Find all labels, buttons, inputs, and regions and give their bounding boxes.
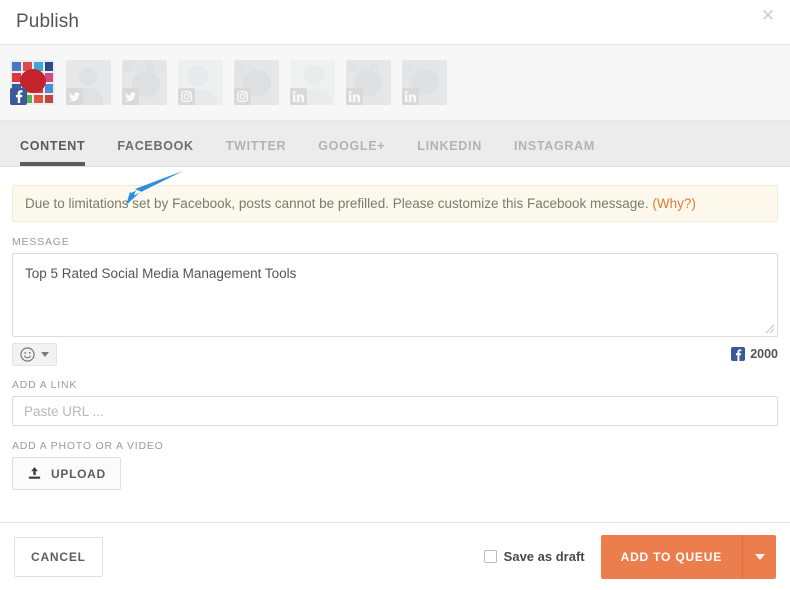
tab-content[interactable]: CONTENT — [16, 139, 101, 166]
account-avatar-instagram-2[interactable] — [234, 60, 279, 105]
badge-instagram — [234, 88, 251, 105]
account-selector — [0, 45, 790, 121]
tab-bar: CONTENT FACEBOOK TWITTER GOOGLE+ LINKEDI… — [0, 121, 790, 167]
upload-button[interactable]: UPLOAD — [12, 457, 121, 490]
save-as-draft-checkbox[interactable]: Save as draft — [483, 549, 585, 564]
account-avatar-linkedin-3[interactable] — [402, 60, 447, 105]
add-media-section: ADD A PHOTO OR A VIDEO UPLOAD — [12, 440, 778, 490]
badge-twitter — [122, 88, 139, 105]
add-to-queue-button[interactable]: ADD TO QUEUE — [600, 534, 742, 579]
tab-instagram[interactable]: INSTAGRAM — [498, 139, 611, 166]
badge-instagram — [178, 88, 195, 105]
message-label: MESSAGE — [12, 236, 70, 248]
add-a-link-label: ADD A LINK — [12, 379, 78, 391]
chevron-down-icon — [41, 351, 49, 357]
message-toolbar: 2000 — [12, 342, 778, 366]
modal-header: Publish — [0, 0, 790, 45]
add-media-label: ADD A PHOTO OR A VIDEO — [12, 440, 164, 452]
account-avatar-twitter-1[interactable] — [66, 60, 111, 105]
facebook-limitation-alert: Due to limitations set by Facebook, post… — [12, 185, 778, 222]
upload-button-label: UPLOAD — [51, 466, 106, 481]
chevron-down-icon — [754, 553, 765, 560]
modal-footer: CANCEL Save as draft ADD TO QUEUE — [0, 522, 790, 590]
add-to-queue-group: ADD TO QUEUE — [600, 534, 776, 579]
badge-linkedin — [346, 88, 363, 105]
account-avatar-instagram-1[interactable] — [178, 60, 223, 105]
character-count-value: 2000 — [750, 347, 778, 361]
checkbox-box[interactable] — [483, 550, 497, 563]
message-box — [12, 253, 778, 337]
add-to-queue-dropdown[interactable] — [742, 534, 776, 579]
smiley-icon — [20, 346, 35, 362]
badge-twitter — [66, 88, 83, 105]
account-avatar-facebook-selected[interactable] — [10, 60, 55, 105]
add-a-link-input[interactable] — [12, 396, 778, 426]
modal-body: Due to limitations set by Facebook, post… — [0, 167, 790, 522]
account-avatar-linkedin-2[interactable] — [346, 60, 391, 105]
emoji-picker-button[interactable] — [12, 342, 57, 366]
add-a-link-section: ADD A LINK — [12, 171, 778, 426]
tab-googleplus[interactable]: GOOGLE+ — [302, 139, 401, 166]
message-input[interactable] — [13, 254, 777, 336]
save-as-draft-label: Save as draft — [503, 549, 585, 564]
account-avatar-twitter-2[interactable] — [122, 60, 167, 105]
facebook-icon — [731, 347, 746, 361]
tab-facebook[interactable]: FACEBOOK — [101, 139, 209, 166]
alert-text: Due to limitations set by Facebook, post… — [25, 196, 653, 211]
character-counter: 2000 — [731, 347, 778, 361]
publish-modal: Publish ✕ CONTENT FACEBOOK TWITTER GOOGL… — [0, 0, 790, 590]
tab-linkedin[interactable]: LINKEDIN — [401, 139, 498, 166]
badge-linkedin — [290, 88, 307, 105]
cancel-button[interactable]: CANCEL — [14, 536, 103, 577]
why-link[interactable]: (Why?) — [652, 196, 696, 211]
page-title: Publish — [16, 11, 80, 32]
tab-twitter[interactable]: TWITTER — [210, 139, 302, 166]
badge-linkedin — [402, 88, 419, 105]
close-icon[interactable]: ✕ — [758, 6, 778, 26]
account-avatar-linkedin-1[interactable] — [290, 60, 335, 105]
badge-facebook — [10, 88, 27, 105]
upload-icon — [28, 467, 41, 479]
